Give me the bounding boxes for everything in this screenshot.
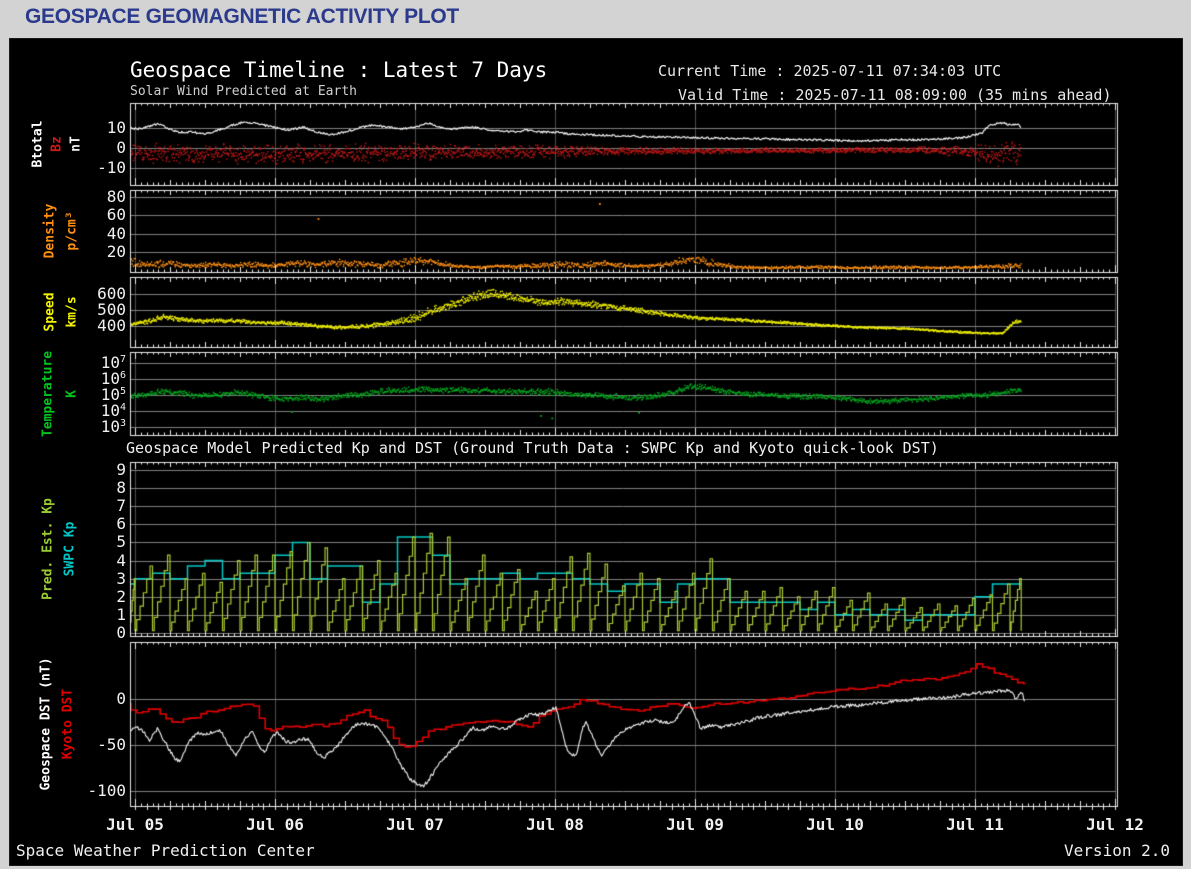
panel-axis-label: nT (68, 136, 84, 152)
panel-axis-label: SWPC Kp (62, 521, 78, 577)
y-tick-label: 400 (97, 316, 126, 336)
y-tick-label: 0 (116, 622, 126, 642)
y-tick-label: 103 (100, 417, 126, 436)
y-tick-label: 3 (116, 568, 126, 588)
panel-axis-label: Speed (42, 292, 58, 332)
x-tick-label: Jul 10 (806, 815, 864, 834)
panel-axis-label: km/s (64, 296, 80, 328)
y-tick-label: 40 (106, 223, 126, 243)
panel-axis-label: Pred. Est. Kp (40, 498, 56, 600)
x-tick-label: Jul 08 (526, 815, 584, 834)
y-tick-label: -50 (97, 735, 126, 755)
x-tick-label: Jul 06 (246, 815, 304, 834)
y-tick-label: 10 (106, 118, 126, 137)
panel-axis-label: Density (42, 203, 58, 259)
panel-axis-label: K (64, 389, 80, 398)
y-tick-label: 4 (116, 550, 126, 570)
y-tick-label: 8 (116, 478, 126, 498)
y-tick-label: 7 (116, 496, 126, 516)
y-tick-label: -100 (87, 781, 126, 801)
y-tick-label: 0 (116, 138, 126, 157)
panel-axis-label: Kyoto DST (60, 688, 76, 760)
y-tick-label: -10 (97, 158, 126, 177)
page-title: GEOSPACE GEOMAGNETIC ACTIVITY PLOT (25, 5, 459, 28)
x-tick-label: Jul 07 (386, 815, 444, 834)
y-tick-label: 5 (116, 532, 126, 552)
x-tick-label: Jul 09 (666, 815, 724, 834)
y-tick-label: 2 (116, 586, 126, 606)
y-tick-label: 80 (106, 186, 126, 206)
y-tick-label: 9 (116, 460, 126, 480)
page: { "page": { "header_title": "GEOSPACE GE… (0, 0, 1191, 869)
x-tick-label: Jul 05 (106, 815, 164, 834)
x-tick-label: Jul 12 (1086, 815, 1144, 834)
axis-labels-layer: 10 0 -10 Btotal Bz nT 80 60 40 20 Density p/cm³ 600 5… (10, 39, 1182, 865)
y-tick-label: 20 (106, 242, 126, 262)
y-tick-label: 1 (116, 604, 126, 624)
panel-axis-label: Temperature (40, 350, 56, 437)
y-tick-label: 6 (116, 514, 126, 534)
panel-axis-label: Geospace DST (nT) (38, 657, 54, 791)
y-tick-label: 0 (116, 689, 126, 709)
panel-axis-label: p/cm³ (64, 211, 80, 251)
panel-axis-label: Btotal (30, 120, 46, 168)
x-tick-label: Jul 11 (946, 815, 1004, 834)
geospace-activity-plot: Geospace Timeline : Latest 7 Days Solar … (9, 38, 1183, 866)
y-tick-label: 60 (106, 205, 126, 225)
panel-axis-label: Bz (49, 136, 65, 152)
